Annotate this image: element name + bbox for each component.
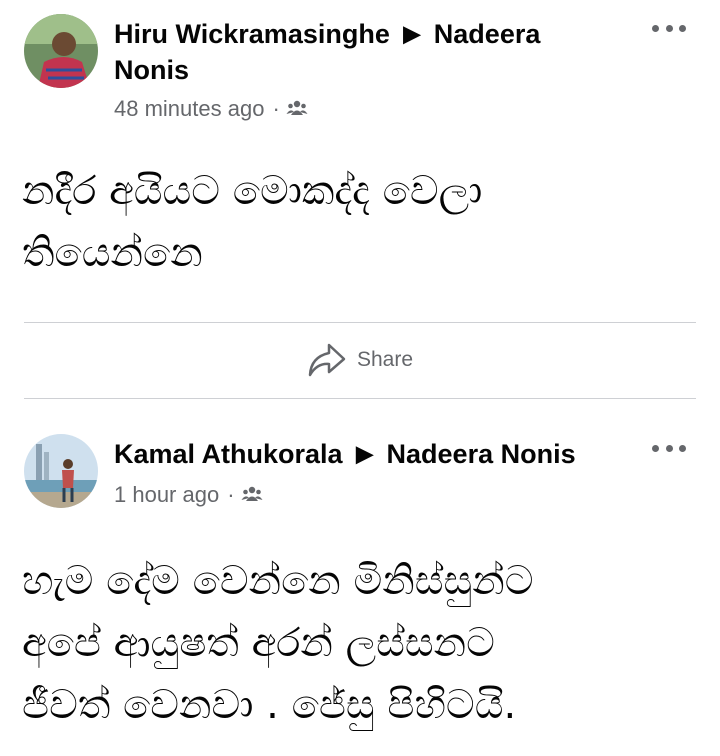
divider	[24, 398, 696, 399]
post-text: හැම දේම වෙන්නෙ මිනිස්සුන්ට අපේ ආයුෂත් අර…	[22, 558, 534, 728]
divider	[24, 322, 696, 323]
post-header: Kamal Athukorala ▶ Nadeera Nonis	[114, 436, 654, 472]
author-name[interactable]: Hiru Wickramasinghe	[114, 19, 390, 49]
more-options-icon[interactable]	[652, 22, 686, 34]
post-header: Hiru Wickramasinghe ▶ Nadeera Nonis	[114, 16, 614, 88]
post-time[interactable]: 48 minutes ago	[114, 96, 264, 122]
friends-icon	[286, 96, 308, 122]
post-text: නදීර අයියට මොකද්ද වෙලා තියෙන්නෙ	[22, 168, 483, 276]
share-icon	[308, 343, 346, 377]
meta-separator: ·	[272, 96, 280, 121]
share-label: Share	[356, 348, 414, 371]
avatar[interactable]	[24, 14, 98, 88]
post-card: Kamal Athukorala ▶ Nadeera Nonis 1 hour …	[0, 400, 720, 756]
author-name[interactable]: Kamal Athukorala	[114, 439, 343, 469]
more-options-icon[interactable]	[652, 442, 686, 454]
friends-icon	[241, 482, 263, 508]
post-meta: 1 hour ago ·	[114, 482, 263, 508]
meta-separator: ·	[227, 482, 235, 507]
avatar[interactable]	[24, 434, 98, 508]
target-name[interactable]: Nadeera Nonis	[387, 439, 576, 469]
arrow-right-icon: ▶	[403, 21, 421, 46]
arrow-right-icon: ▶	[356, 441, 374, 466]
post-time[interactable]: 1 hour ago	[114, 482, 219, 508]
post-meta: 48 minutes ago ·	[114, 96, 308, 122]
share-button[interactable]: Share	[0, 340, 720, 380]
